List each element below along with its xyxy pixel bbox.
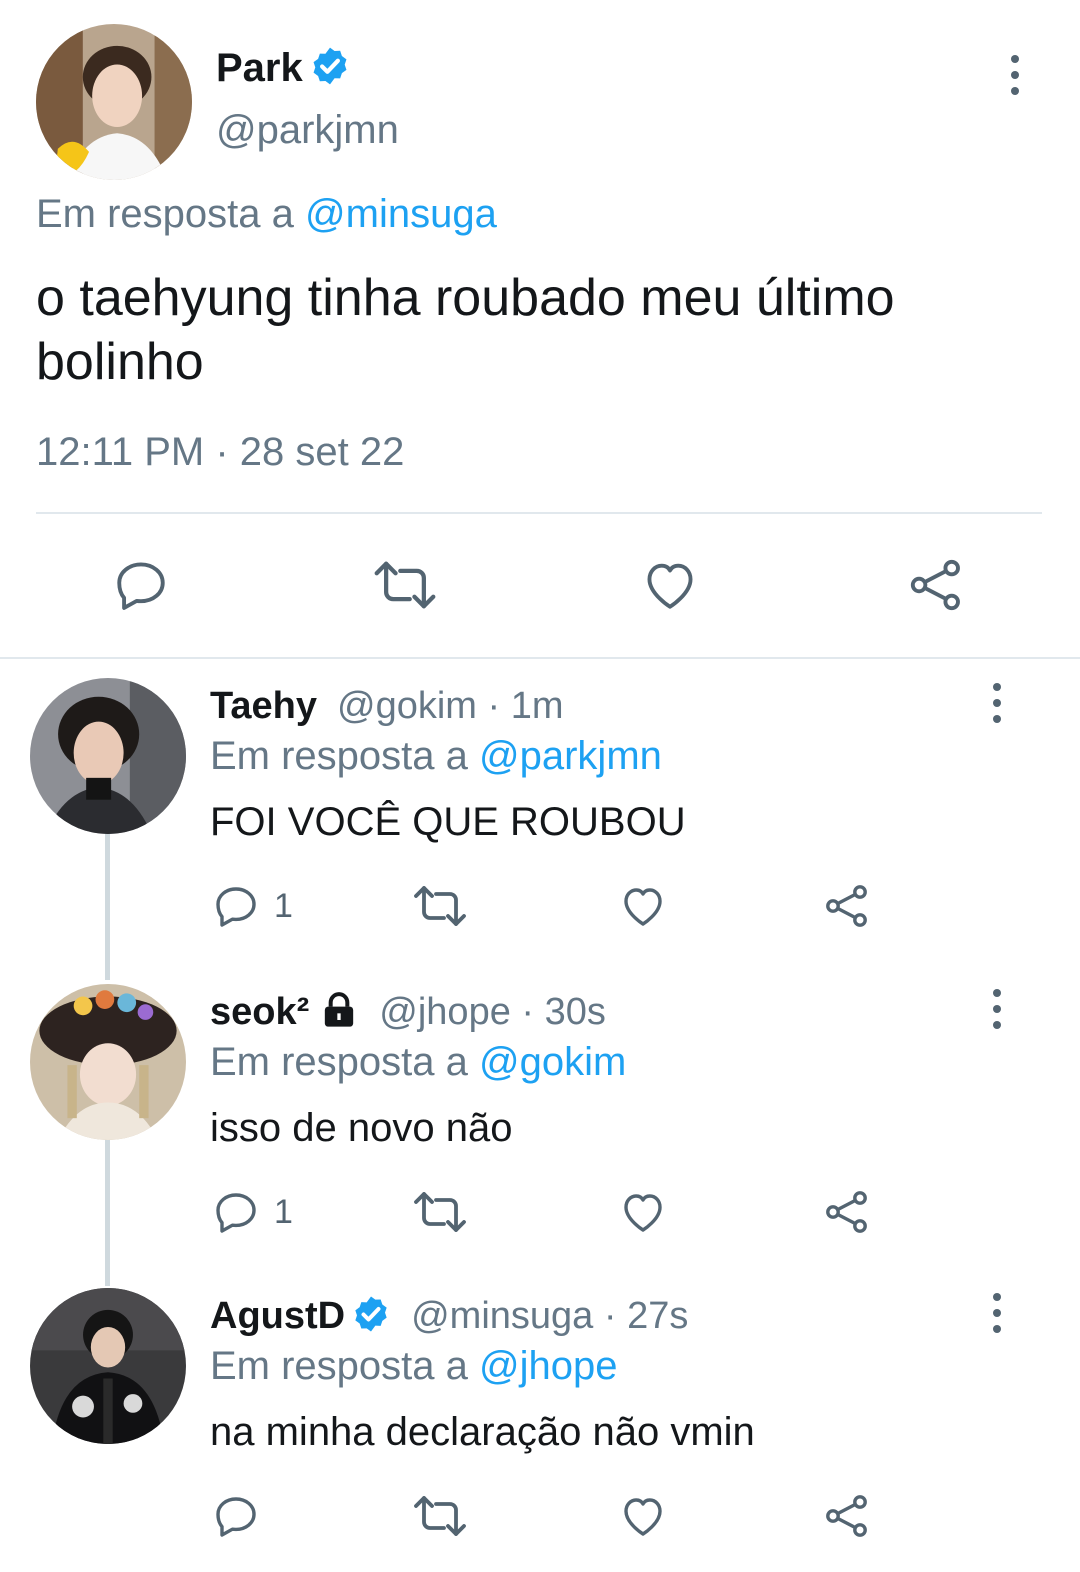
tweet-text: na minha declaração não vmin xyxy=(210,1410,755,1454)
retweet-icon xyxy=(414,1192,466,1232)
avatar-image xyxy=(30,1288,186,1444)
replying-prefix: Em resposta a xyxy=(210,1344,468,1388)
like-button[interactable] xyxy=(618,1188,668,1236)
reply-author-row: seok² @jhope · 30s xyxy=(210,988,606,1036)
tweet-timestamp[interactable]: 12:11 PM · 28 set 22 xyxy=(36,430,404,475)
avatar-image xyxy=(36,24,192,180)
reply-tweet: AgustD @minsuga · 27s Em resposta a @jho… xyxy=(0,1288,1080,1572)
author-handle-time[interactable]: @minsuga · 27s xyxy=(411,1295,688,1338)
replying-prefix: Em resposta a xyxy=(210,734,468,778)
like-button[interactable] xyxy=(618,882,668,930)
tweet-text: isso de novo não xyxy=(210,1106,513,1150)
retweet-button[interactable] xyxy=(412,882,468,930)
replying-to: Em resposta a @jhope xyxy=(210,1344,618,1389)
reply-button[interactable]: 1 xyxy=(212,882,293,930)
avatar-image xyxy=(30,984,186,1140)
retweet-button[interactable] xyxy=(412,1492,468,1540)
mention-link[interactable]: @gokim xyxy=(479,1040,626,1084)
reply-icon xyxy=(216,1193,256,1233)
author-name[interactable]: AgustD xyxy=(210,1295,345,1338)
avatar[interactable] xyxy=(30,678,186,834)
retweet-icon xyxy=(374,561,436,609)
reply-button[interactable] xyxy=(112,556,170,614)
replying-to: Em resposta a @gokim xyxy=(210,1040,626,1085)
reply-tweet: seok² @jhope · 30s Em resposta a @gokim … xyxy=(0,984,1080,1284)
like-button[interactable] xyxy=(618,1492,668,1540)
author-handle-time[interactable]: @gokim · 1m xyxy=(337,685,564,728)
retweet-button[interactable] xyxy=(412,1188,468,1236)
share-icon xyxy=(910,559,960,611)
share-button[interactable] xyxy=(822,1492,872,1540)
avatar[interactable] xyxy=(36,24,192,180)
author-row: Park xyxy=(216,44,351,92)
share-button[interactable] xyxy=(906,556,966,614)
replying-prefix: Em resposta a xyxy=(36,192,294,236)
author-handle[interactable]: @parkjmn xyxy=(216,108,399,153)
more-options-icon[interactable] xyxy=(982,1288,1012,1338)
reply-tweet: Taehy @gokim · 1m Em resposta a @parkjmn… xyxy=(0,678,1080,978)
reply-icon xyxy=(216,887,256,927)
mention-link[interactable]: @parkjmn xyxy=(479,734,662,778)
share-button[interactable] xyxy=(822,882,872,930)
share-icon xyxy=(826,1495,867,1537)
more-options-icon[interactable] xyxy=(1000,50,1030,100)
verified-badge-icon xyxy=(351,1294,391,1339)
reply-count: 1 xyxy=(274,1192,293,1231)
retweet-icon xyxy=(414,1496,466,1536)
tweet-text: FOI VOCÊ QUE ROUBOU xyxy=(210,800,686,844)
retweet-icon xyxy=(414,886,466,926)
reply-button[interactable] xyxy=(212,1492,274,1540)
main-tweet: Park @parkjmn Em resposta a @minsuga o t… xyxy=(0,0,1080,660)
tweet-text: o taehyung tinha roubado meu último boli… xyxy=(36,269,895,391)
replying-to: Em resposta a @parkjmn xyxy=(210,734,662,779)
like-button[interactable] xyxy=(640,556,700,614)
divider xyxy=(36,512,1042,514)
like-icon xyxy=(624,888,662,926)
avatar[interactable] xyxy=(30,984,186,1140)
mention-link[interactable]: @jhope xyxy=(479,1344,617,1388)
reply-author-row: AgustD @minsuga · 27s xyxy=(210,1292,688,1340)
like-icon xyxy=(624,1194,662,1232)
lock-icon xyxy=(319,990,359,1035)
avatar-image xyxy=(30,678,186,834)
reply-icon xyxy=(216,1497,256,1537)
author-name[interactable]: Taehy xyxy=(210,685,317,728)
reply-count: 1 xyxy=(274,886,293,925)
verified-badge-icon xyxy=(309,45,351,92)
avatar[interactable] xyxy=(30,1288,186,1444)
reply-author-row: Taehy @gokim · 1m xyxy=(210,682,564,730)
share-button[interactable] xyxy=(822,1188,872,1236)
replying-prefix: Em resposta a xyxy=(210,1040,468,1084)
reply-button[interactable]: 1 xyxy=(212,1188,293,1236)
retweet-button[interactable] xyxy=(372,556,438,614)
mention-link[interactable]: @minsuga xyxy=(305,192,497,236)
more-options-icon[interactable] xyxy=(982,678,1012,728)
reply-icon xyxy=(117,562,165,610)
author-name[interactable]: seok² xyxy=(210,991,309,1034)
like-icon xyxy=(624,1498,662,1536)
author-handle-time[interactable]: @jhope · 30s xyxy=(379,991,606,1034)
share-icon xyxy=(826,1191,867,1233)
author-name[interactable]: Park xyxy=(216,46,303,91)
replying-to: Em resposta a @minsuga xyxy=(36,192,497,237)
like-icon xyxy=(647,563,693,609)
share-icon xyxy=(826,885,867,927)
more-options-icon[interactable] xyxy=(982,984,1012,1034)
section-divider xyxy=(0,657,1080,659)
